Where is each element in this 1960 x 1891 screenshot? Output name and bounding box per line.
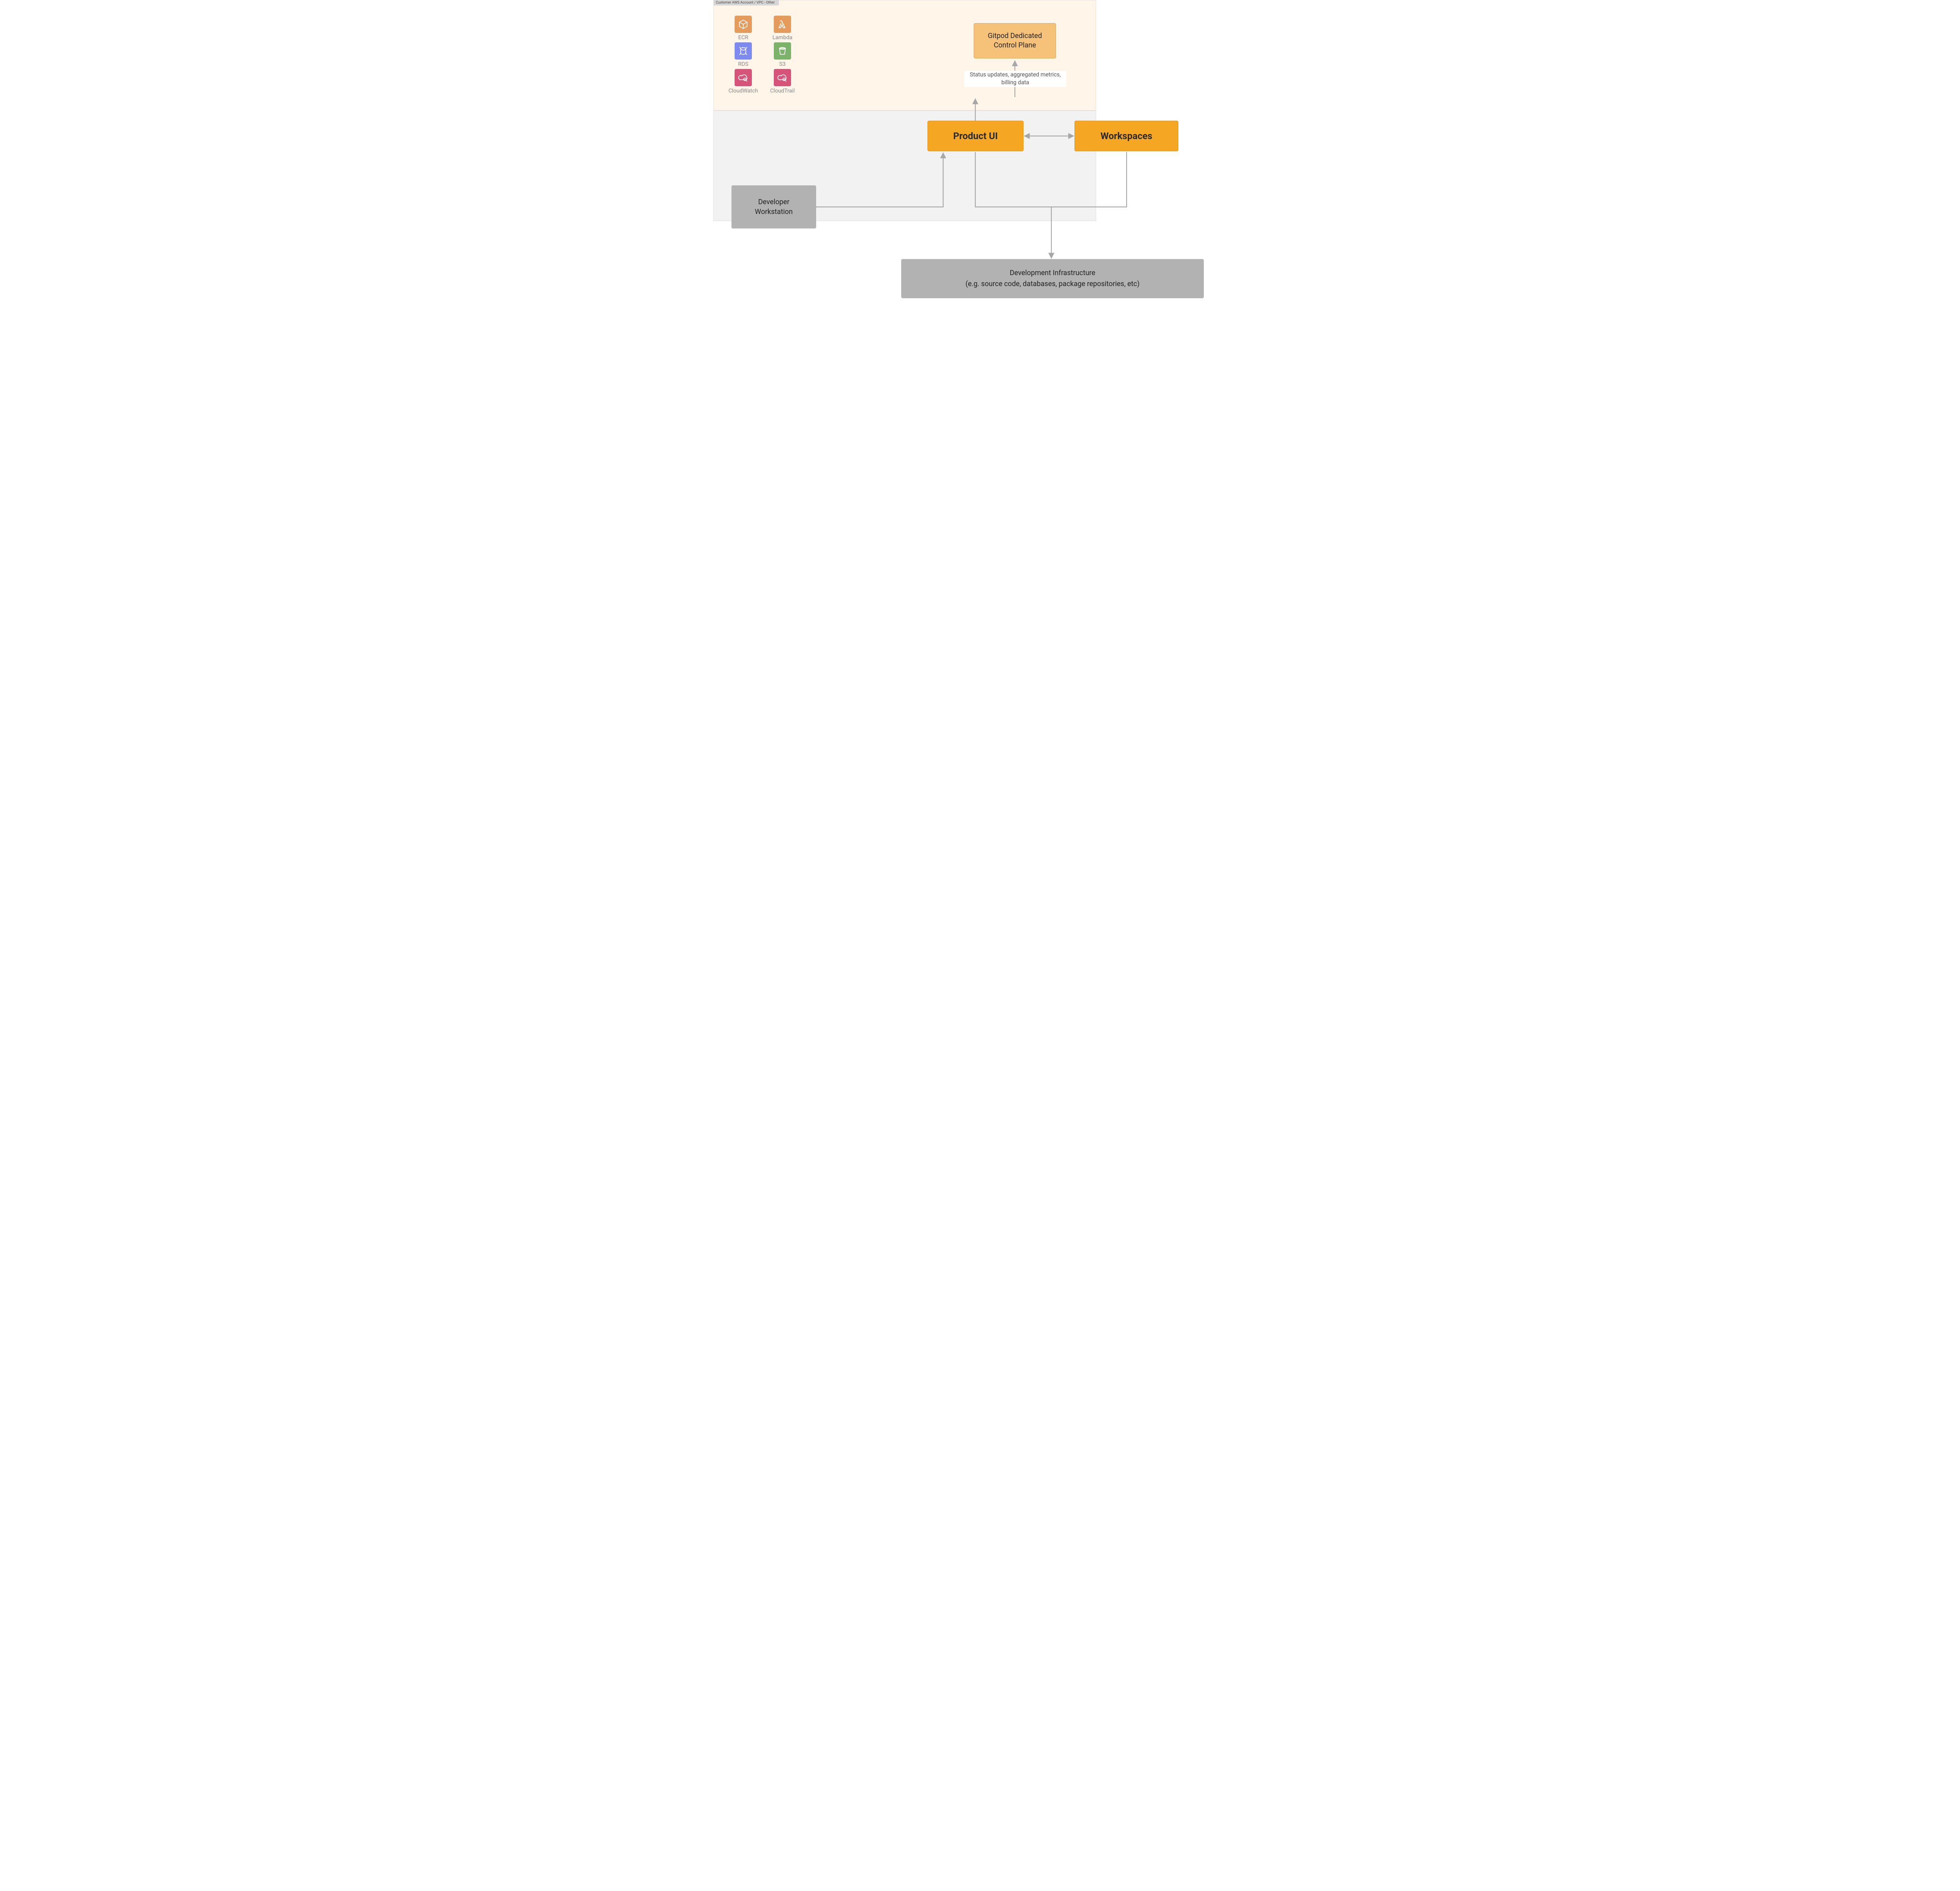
developer-workstation-box: DeveloperWorkstation xyxy=(731,185,816,228)
aws-service-rds: RDS xyxy=(725,42,761,67)
rds-icon xyxy=(735,42,752,60)
lambda-icon xyxy=(774,16,791,33)
aws-service-cloudtrail: CloudTrail xyxy=(763,69,802,94)
control-plane-title: Gitpod DedicatedControl Plane xyxy=(988,31,1042,51)
control-plane-box: Gitpod DedicatedControl Plane xyxy=(974,23,1056,58)
aws-label: ECR xyxy=(738,34,748,41)
cloudwatch-icon xyxy=(735,69,752,86)
aws-service-cloudwatch: CloudWatch xyxy=(725,69,761,94)
aws-service-lambda: Lambda xyxy=(763,16,802,41)
developer-workstation-label: DeveloperWorkstation xyxy=(755,197,793,217)
product-ui-box: Product UI xyxy=(927,121,1024,151)
workspaces-box: Workspaces xyxy=(1074,121,1178,151)
product-ui-label: Product UI xyxy=(953,131,998,141)
cloudtrail-icon xyxy=(774,69,791,86)
aws-label: CloudTrail xyxy=(770,88,795,94)
architecture-diagram: Gitpod DedicatedControl Plane Status upd… xyxy=(713,0,1247,357)
aws-label: S3 xyxy=(779,61,786,67)
aws-service-s3: S3 xyxy=(763,42,802,67)
vpc-other-label: Customer AWS Account / VPC - Other xyxy=(713,0,777,5)
aws-service-ecr: ECR xyxy=(725,16,761,41)
development-infrastructure-box: Development Infrastructure(e.g. source c… xyxy=(901,259,1204,298)
aws-label: RDS xyxy=(738,61,748,67)
aws-label: Lambda xyxy=(773,34,793,41)
s3-icon xyxy=(774,42,791,60)
aws-label: CloudWatch xyxy=(728,88,758,94)
development-infrastructure-label: Development Infrastructure(e.g. source c… xyxy=(965,268,1140,290)
ecr-icon xyxy=(735,16,752,33)
edge-label-status-updates: Status updates, aggregated metrics,billi… xyxy=(964,71,1066,87)
workspaces-label: Workspaces xyxy=(1100,131,1152,141)
aws-service-grid: ECR Lambda xyxy=(725,16,802,94)
